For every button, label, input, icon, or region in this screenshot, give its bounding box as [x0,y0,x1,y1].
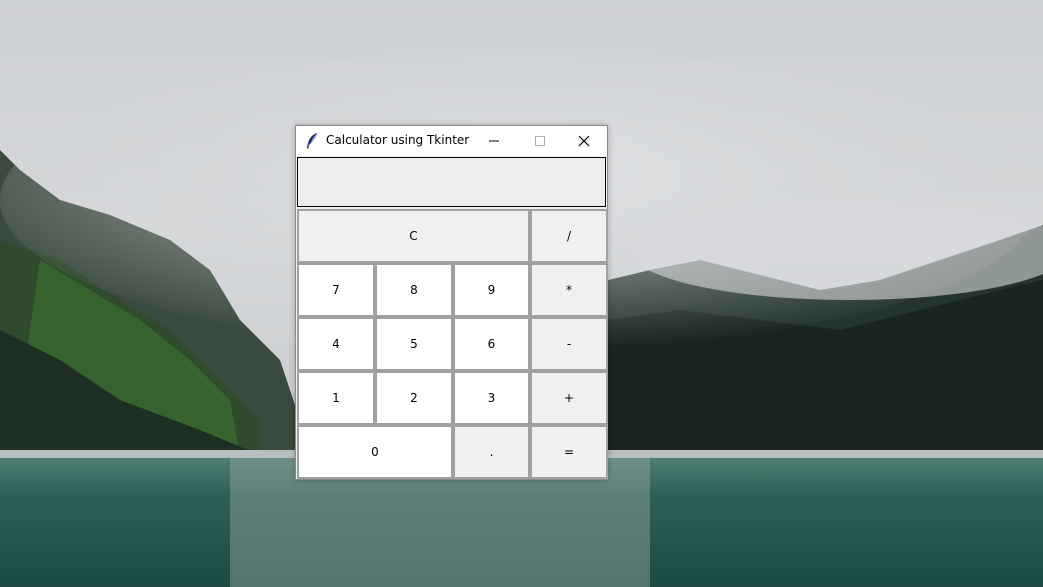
close-icon [578,132,590,151]
digit-6-button[interactable]: 6 [453,317,530,371]
close-button[interactable] [561,126,607,156]
decimal-button[interactable]: . [453,425,530,479]
digit-1-button[interactable]: 1 [297,371,375,425]
digit-9-button[interactable]: 9 [453,263,530,317]
subtract-button[interactable]: - [530,317,608,371]
digit-0-button[interactable]: 0 [297,425,453,479]
add-button[interactable]: + [530,371,608,425]
digit-7-button[interactable]: 7 [297,263,375,317]
digit-4-button[interactable]: 4 [297,317,375,371]
maximize-button[interactable] [517,126,563,156]
digit-3-button[interactable]: 3 [453,371,530,425]
clear-button[interactable]: C [297,209,530,263]
title-bar[interactable]: Calculator using Tkinter [296,126,607,156]
digit-2-button[interactable]: 2 [375,371,453,425]
multiply-button[interactable]: * [530,263,608,317]
feather-icon [305,132,319,150]
digit-5-button[interactable]: 5 [375,317,453,371]
minimize-icon [488,132,500,151]
window-title: Calculator using Tkinter [326,133,470,147]
calculator-display[interactable] [297,157,606,207]
minimize-button[interactable] [471,126,517,156]
digit-8-button[interactable]: 8 [375,263,453,317]
equals-button[interactable]: = [530,425,608,479]
divide-button[interactable]: / [530,209,608,263]
calculator-window: Calculator using Tkinter C / 7 8 9 * 4 5… [295,125,608,480]
maximize-icon [534,132,546,151]
